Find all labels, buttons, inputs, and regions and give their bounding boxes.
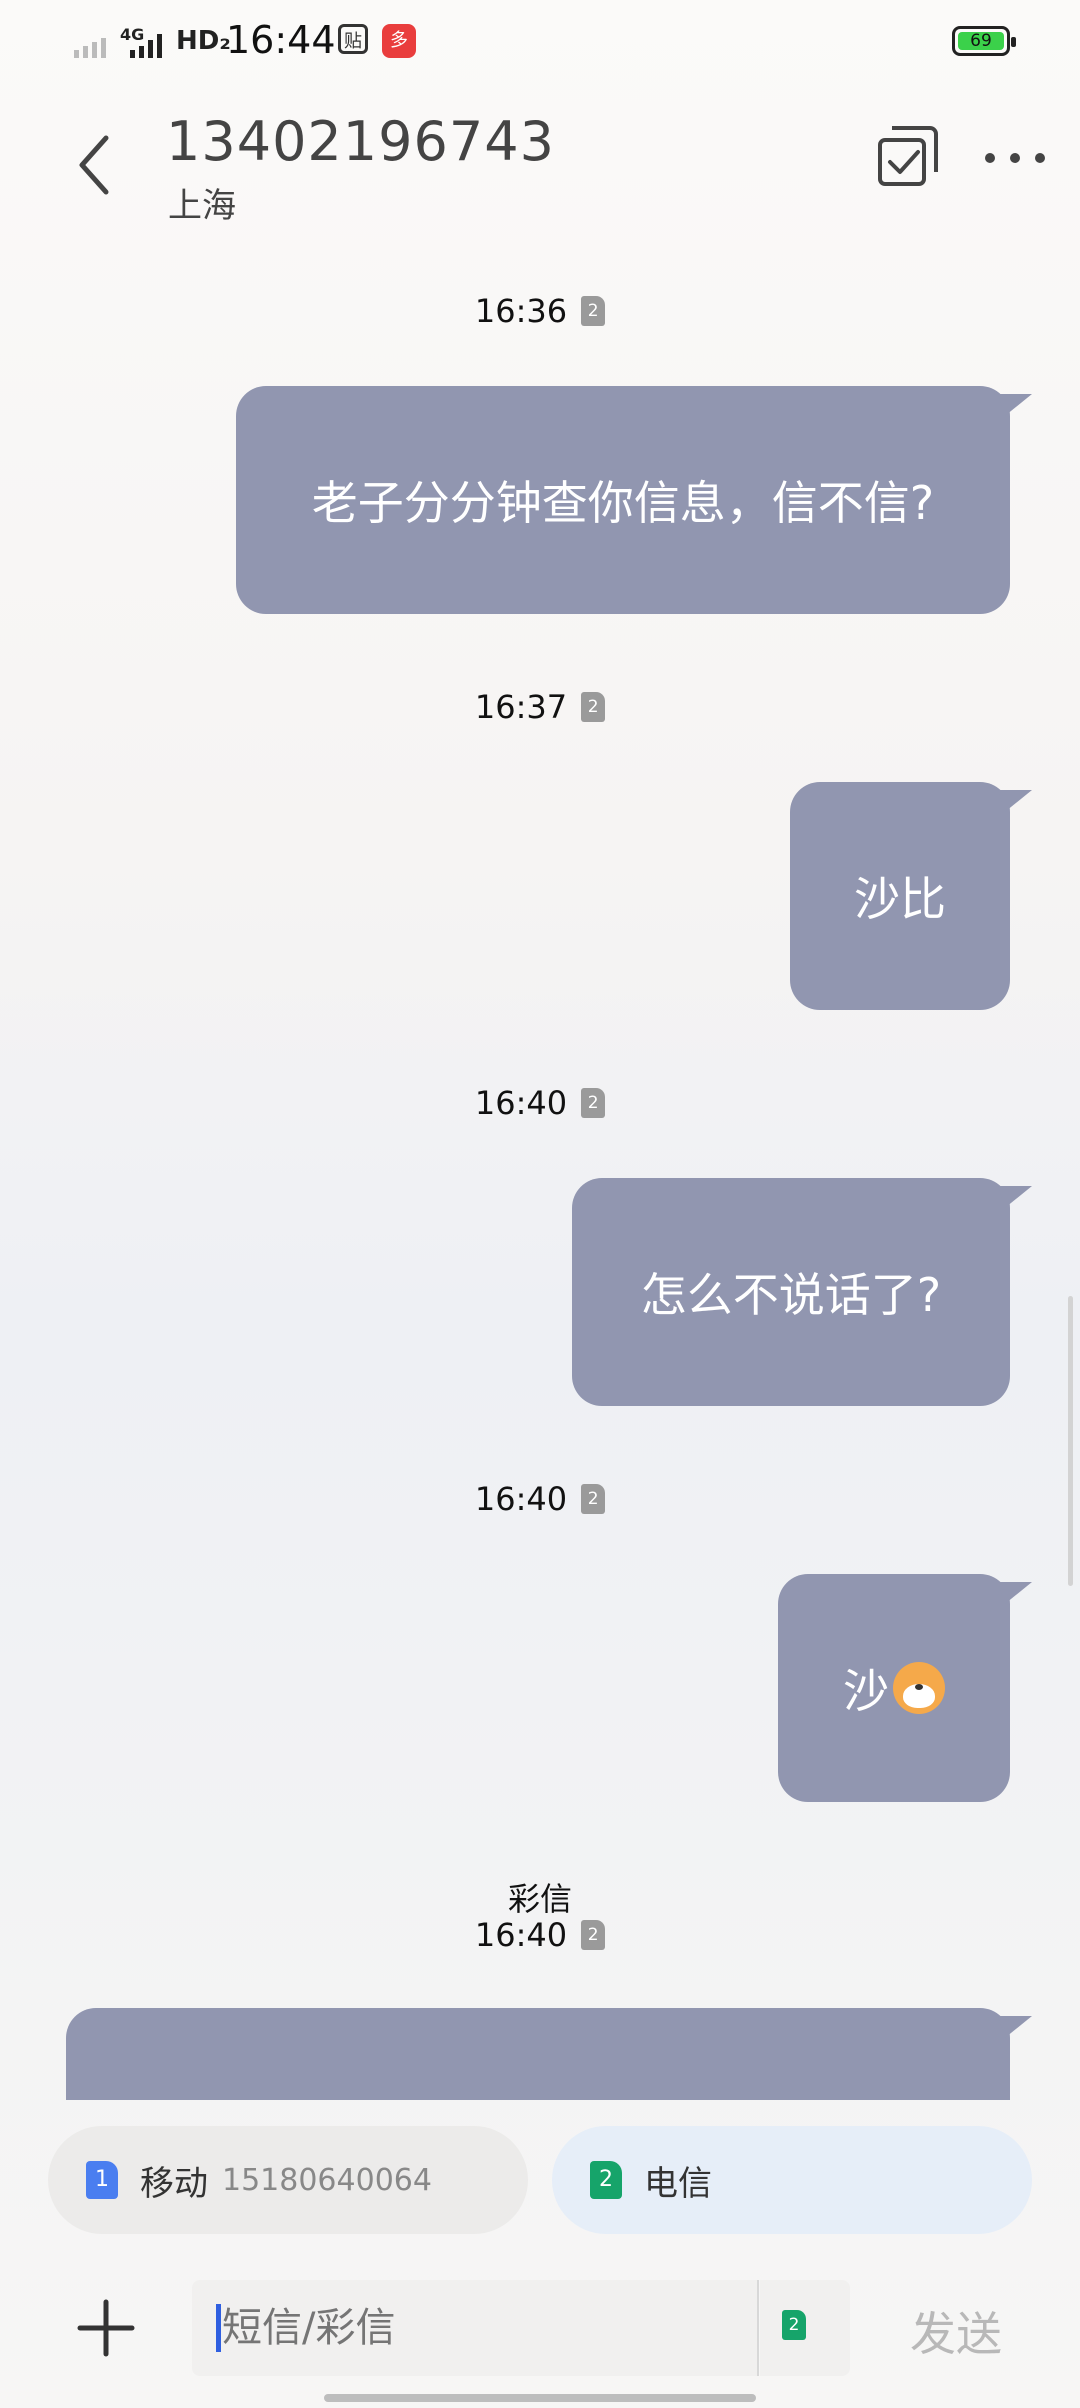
timestamp: 16:36 2 — [0, 292, 1080, 330]
dog-face-emoji — [893, 1662, 945, 1714]
sim-icon: 2 — [581, 1920, 606, 1950]
timestamp: 16:40 2 — [0, 1084, 1080, 1122]
sim-2-button[interactable]: 2 电信 — [552, 2126, 1032, 2234]
svg-text:4G: 4G — [120, 26, 144, 44]
sent-message-bubble[interactable]: 老子分分钟查你信息，信不信? — [236, 386, 1010, 614]
sim-carrier: 移动 — [140, 2163, 208, 2204]
mms-message-bubble[interactable] — [66, 2008, 1010, 2100]
signal-icon: 4G — [74, 26, 162, 58]
sim-1-button[interactable]: 1 移动 15180640064 — [48, 2126, 528, 2234]
sim-icon: 2 — [581, 692, 606, 722]
text-cursor — [216, 2304, 221, 2352]
message-text: 沙比 — [854, 872, 946, 926]
compose-bar: 2 发送 — [0, 2270, 1080, 2380]
sim-2-icon: 2 — [590, 2161, 622, 2199]
tieba-icon: 贴 — [338, 24, 368, 54]
message-input[interactable] — [192, 2280, 758, 2376]
contact-location: 上海 — [168, 186, 236, 226]
more-icon[interactable] — [982, 146, 1048, 170]
message-text: 怎么不说话了? — [640, 1268, 942, 1322]
sim-icon: 2 — [581, 296, 606, 326]
sim-icon: 2 — [581, 1088, 606, 1118]
status-bar: 4G HD₂ 16:44 贴 多 69 — [0, 0, 1080, 84]
message-list[interactable]: 16:36 2 老子分分钟查你信息，信不信? 16:37 2 沙比 16:40 2 怎… — [0, 240, 1080, 2100]
timestamp: 16:40 2 — [0, 1916, 1080, 1954]
plus-icon[interactable] — [76, 2298, 136, 2358]
conversation-header: 13402196743 上海 — [0, 90, 1080, 230]
sim-icon: 2 — [581, 1484, 606, 1514]
sim-selector: 1 移动 15180640064 2 电信 — [0, 2120, 1080, 2240]
timestamp: 16:40 2 — [0, 1480, 1080, 1518]
sent-message-bubble[interactable]: 怎么不说话了? — [572, 1178, 1010, 1406]
sent-message-bubble[interactable]: 沙 — [778, 1574, 1010, 1802]
sent-message-bubble[interactable]: 沙比 — [790, 782, 1010, 1010]
message-text: 沙 — [843, 1664, 889, 1718]
sim-number: 15180640064 — [222, 2162, 432, 2198]
sim-2-icon: 2 — [782, 2310, 806, 2340]
battery-icon: 69 — [952, 26, 1016, 56]
send-button[interactable]: 发送 — [910, 2298, 1002, 2364]
mms-label: 彩信 — [507, 1880, 572, 1918]
send-sim-selector[interactable]: 2 — [760, 2280, 850, 2376]
pinduoduo-icon: 多 — [382, 24, 416, 58]
sim-1-icon: 1 — [86, 2161, 118, 2199]
scrollbar[interactable] — [1068, 1296, 1073, 1586]
home-indicator[interactable] — [324, 2394, 756, 2402]
sim-carrier: 电信 — [644, 2163, 712, 2204]
message-text: 老子分分钟查你信息，信不信? — [311, 476, 935, 530]
chevron-left-icon[interactable] — [70, 130, 120, 200]
clock: 16:44 — [226, 18, 336, 62]
hd-indicator: HD₂ — [176, 26, 231, 56]
multi-select-icon[interactable] — [876, 124, 940, 188]
timestamp: 16:37 2 — [0, 688, 1080, 726]
contact-number: 13402196743 — [166, 110, 555, 173]
divider — [757, 2280, 759, 2376]
battery-level: 69 — [970, 31, 992, 51]
